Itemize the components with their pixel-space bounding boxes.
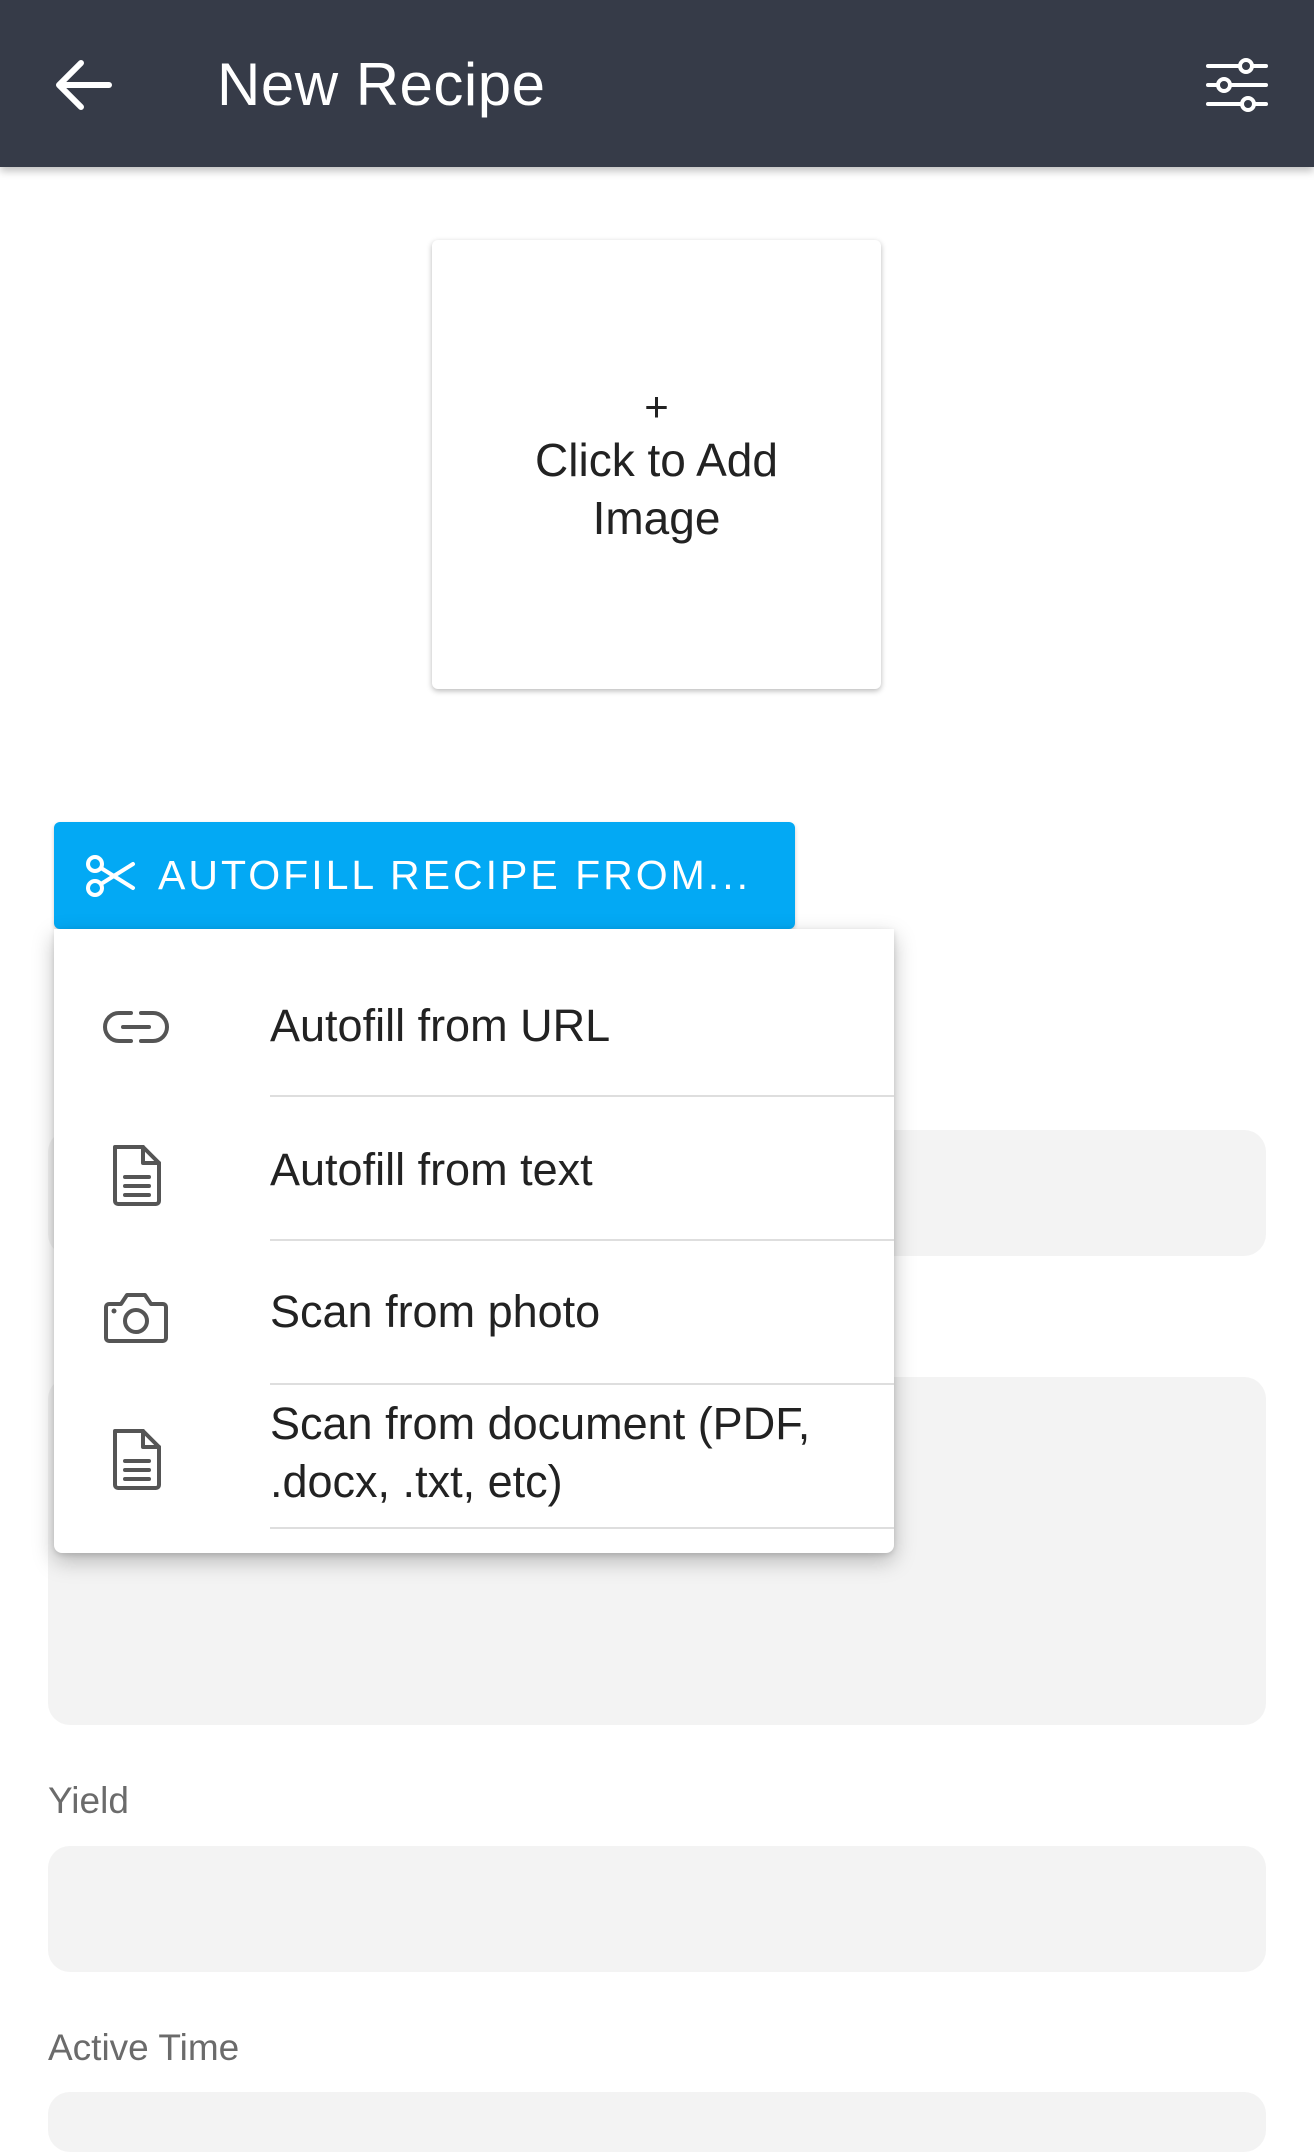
menu-item-scan-document[interactable]: Scan from document (PDF, .docx, .txt, et…	[54, 1385, 894, 1529]
camera-icon	[100, 1281, 172, 1353]
menu-item-label: Autofill from text	[270, 1144, 593, 1195]
text-document-icon	[100, 1139, 172, 1211]
autofill-recipe-button[interactable]: AUTOFILL RECIPE FROM...	[54, 822, 795, 929]
menu-item-autofill-text[interactable]: Autofill from text	[54, 1097, 894, 1241]
sliders-icon	[1206, 57, 1268, 117]
add-image-label: Click to Add Image	[535, 433, 778, 544]
menu-item-label: Scan from photo	[270, 1286, 601, 1337]
back-button[interactable]	[40, 44, 126, 130]
link-icon	[100, 991, 172, 1063]
yield-label: Yield	[48, 1780, 129, 1821]
divider	[270, 1527, 894, 1529]
menu-item-autofill-url[interactable]: Autofill from URL	[54, 929, 894, 1097]
settings-button[interactable]	[1202, 52, 1272, 122]
menu-item-label: Scan from document (PDF, .docx, .txt, et…	[270, 1398, 811, 1507]
menu-item-label: Autofill from URL	[270, 1000, 611, 1051]
scissors-icon	[84, 849, 138, 903]
autofill-menu: Autofill from URL Autofill from text Sca…	[54, 929, 894, 1553]
menu-item-scan-photo[interactable]: Scan from photo	[54, 1241, 894, 1385]
app-bar: New Recipe	[0, 0, 1314, 167]
active-time-input[interactable]	[48, 2092, 1266, 2152]
document-icon	[100, 1423, 172, 1495]
add-image-button[interactable]: + Click to Add Image	[432, 240, 881, 689]
page-title: New Recipe	[217, 51, 546, 118]
yield-input[interactable]	[48, 1846, 1266, 1972]
autofill-button-label: AUTOFILL RECIPE FROM...	[158, 852, 751, 898]
plus-icon: +	[644, 382, 669, 430]
active-time-label: Active Time	[48, 2027, 240, 2068]
arrow-back-icon	[53, 57, 113, 118]
